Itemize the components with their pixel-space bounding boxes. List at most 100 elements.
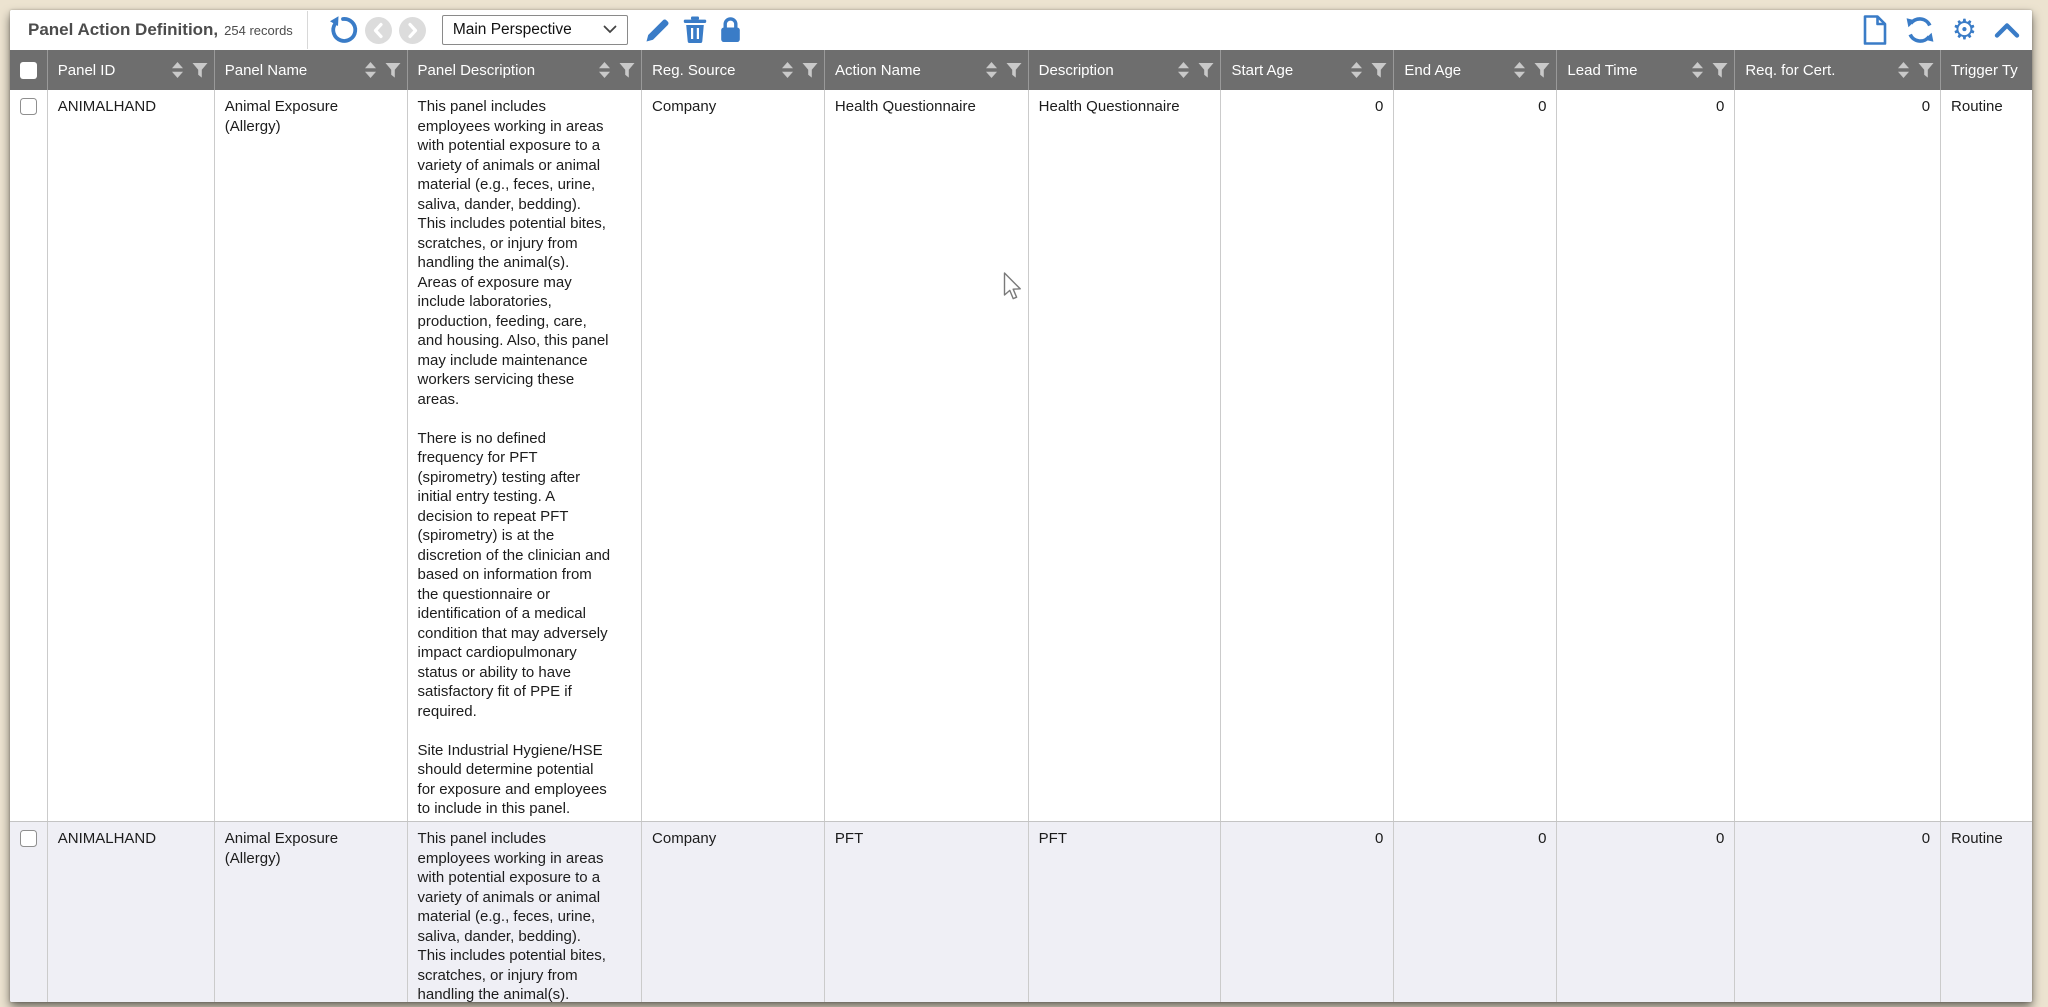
- table-header-row: Panel ID Panel Name Panel Description Re…: [10, 50, 2032, 90]
- cell-trigger-type: Routine: [1941, 90, 2032, 821]
- lock-icon: [719, 16, 742, 44]
- chevron-down-icon: [603, 21, 617, 39]
- edit-perspective-button[interactable]: [644, 17, 671, 44]
- row-select-cell: [10, 90, 48, 821]
- filter-icon[interactable]: [1198, 62, 1214, 78]
- gear-icon: ⚙: [1951, 13, 1977, 46]
- cell-action-name: Health Questionnaire: [825, 90, 1029, 821]
- column-header-lead-time[interactable]: Lead Time: [1557, 50, 1736, 90]
- filter-icon[interactable]: [1534, 62, 1550, 78]
- undo-icon: [328, 15, 358, 45]
- column-label: Trigger Ty: [1951, 61, 2018, 79]
- cell-action-name: PFT: [825, 822, 1029, 1002]
- cell-panel-description: This panel includes employees working in…: [408, 90, 643, 821]
- sort-icon[interactable]: [1691, 62, 1704, 78]
- select-all-checkbox[interactable]: [19, 61, 37, 79]
- cell-panel-name: Animal Exposure (Allergy): [215, 822, 408, 1002]
- filter-icon[interactable]: [385, 62, 401, 78]
- cell-start-age: 0: [1221, 90, 1395, 821]
- filter-icon[interactable]: [192, 62, 208, 78]
- column-label: End Age: [1404, 61, 1462, 79]
- column-label: Start Age: [1231, 61, 1294, 79]
- collapse-panel-button[interactable]: [1994, 22, 2020, 39]
- trash-icon: [683, 16, 707, 44]
- sort-icon[interactable]: [171, 62, 184, 78]
- filter-icon[interactable]: [619, 62, 635, 78]
- titlebar-divider: [306, 11, 308, 49]
- cell-reg-source: Company: [642, 90, 825, 821]
- perspective-dropdown[interactable]: Main Perspective: [441, 15, 628, 45]
- undo-button[interactable]: [328, 15, 358, 45]
- cell-trigger-type: Routine: [1941, 822, 2032, 1002]
- lock-perspective-button[interactable]: [719, 16, 742, 44]
- sort-icon[interactable]: [1177, 62, 1190, 78]
- select-all-header-cell: [10, 50, 48, 90]
- edit-pencil-icon: [644, 17, 671, 44]
- column-header-trigger-type[interactable]: Trigger Ty: [1941, 50, 2032, 90]
- page-title: Panel Action Definition,: [28, 20, 219, 39]
- table-row[interactable]: ANIMALHAND Animal Exposure (Allergy) Thi…: [10, 822, 2032, 1002]
- row-select-cell: [10, 822, 48, 1002]
- row-checkbox[interactable]: [19, 98, 37, 115]
- filter-icon[interactable]: [1371, 62, 1387, 78]
- cell-panel-name: Animal Exposure (Allergy): [215, 90, 408, 821]
- delete-perspective-button[interactable]: [683, 16, 707, 44]
- app-window: Panel Action Definition, 254 records Mai…: [10, 10, 2032, 1002]
- back-icon: [364, 16, 392, 44]
- cell-description: PFT: [1029, 822, 1222, 1002]
- cell-panel-id: ANIMALHAND: [48, 822, 215, 1002]
- sort-icon[interactable]: [1513, 62, 1526, 78]
- column-label: Description: [1038, 61, 1114, 79]
- cell-req-for-cert: 0: [1735, 90, 1942, 821]
- titlebar-right-actions: ⚙: [1862, 15, 2032, 45]
- perspective-selected-value: Main Perspective: [452, 21, 572, 38]
- filter-icon[interactable]: [1712, 62, 1728, 78]
- sort-icon[interactable]: [985, 62, 998, 78]
- cell-req-for-cert: 0: [1735, 822, 1942, 1002]
- record-count: 254 records: [224, 23, 293, 38]
- sort-icon[interactable]: [598, 62, 611, 78]
- cell-panel-id: ANIMALHAND: [48, 90, 215, 821]
- settings-button[interactable]: ⚙: [1952, 16, 1977, 44]
- column-header-req-for-cert[interactable]: Req. for Cert.: [1735, 50, 1942, 90]
- column-label: Panel ID: [57, 61, 116, 79]
- column-label: Req. for Cert.: [1745, 61, 1836, 79]
- filter-icon[interactable]: [802, 62, 818, 78]
- new-document-icon: [1862, 15, 1888, 45]
- cell-start-age: 0: [1221, 822, 1395, 1002]
- sort-icon[interactable]: [364, 62, 377, 78]
- cell-description: Health Questionnaire: [1029, 90, 1222, 821]
- column-header-action-name[interactable]: Action Name: [825, 50, 1029, 90]
- column-header-panel-id[interactable]: Panel ID: [48, 50, 215, 90]
- collapse-chevron-up-icon: [1994, 22, 2020, 39]
- column-header-start-age[interactable]: Start Age: [1221, 50, 1395, 90]
- column-label: Reg. Source: [652, 61, 736, 79]
- sort-icon[interactable]: [1350, 62, 1363, 78]
- sort-icon[interactable]: [781, 62, 794, 78]
- table-row[interactable]: ANIMALHAND Animal Exposure (Allergy) Thi…: [10, 90, 2032, 822]
- new-record-button[interactable]: [1862, 15, 1888, 45]
- column-header-panel-name[interactable]: Panel Name: [215, 50, 408, 90]
- refresh-button[interactable]: [1905, 16, 1935, 44]
- column-header-description[interactable]: Description: [1029, 50, 1222, 90]
- forward-icon: [398, 16, 426, 44]
- sort-icon[interactable]: [1897, 62, 1910, 78]
- filter-icon[interactable]: [1006, 62, 1022, 78]
- column-label: Action Name: [834, 61, 921, 79]
- column-label: Lead Time: [1567, 61, 1638, 79]
- row-checkbox[interactable]: [19, 830, 37, 847]
- column-header-end-age[interactable]: End Age: [1394, 50, 1558, 90]
- title-group: Panel Action Definition, 254 records: [28, 20, 293, 40]
- titlebar: Panel Action Definition, 254 records Mai…: [10, 10, 2032, 50]
- cell-lead-time: 0: [1557, 90, 1736, 821]
- column-label: Panel Name: [224, 61, 308, 79]
- data-grid: Panel ID Panel Name Panel Description Re…: [10, 50, 2032, 1002]
- column-label: Panel Description: [417, 61, 536, 79]
- column-header-panel-description[interactable]: Panel Description: [408, 50, 643, 90]
- cell-lead-time: 0: [1557, 822, 1736, 1002]
- back-button[interactable]: [364, 16, 392, 44]
- cell-end-age: 0: [1394, 822, 1558, 1002]
- filter-icon[interactable]: [1918, 62, 1934, 78]
- forward-button[interactable]: [398, 16, 426, 44]
- column-header-reg-source[interactable]: Reg. Source: [642, 50, 825, 90]
